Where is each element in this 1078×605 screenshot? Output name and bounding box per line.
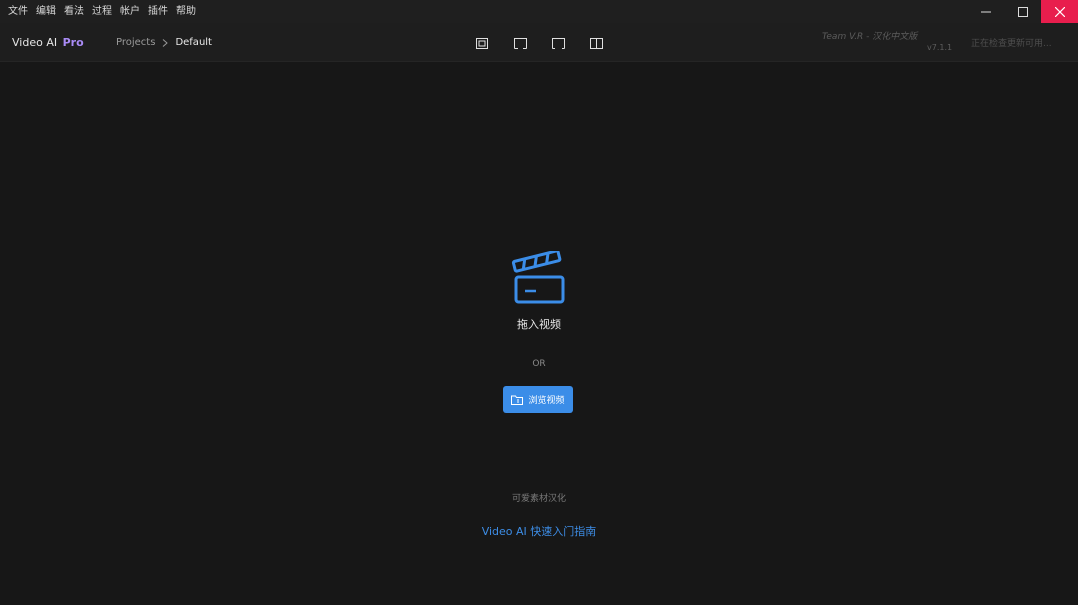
menu-view[interactable]: 看法: [62, 0, 90, 23]
menu-file[interactable]: 文件: [6, 0, 34, 23]
preview-view-icon: [513, 37, 527, 49]
localization-credit: 可爱素材汉化: [511, 494, 566, 504]
brand-name: Video AI: [12, 36, 58, 49]
menu-items: 文件 编辑 看法 过程 帐户 插件 帮助: [0, 0, 202, 23]
close-icon: [1054, 6, 1065, 17]
app-window: 文件 编辑 看法 过程 帐户 插件 帮助 Video AI Pro Projec…: [0, 0, 1078, 605]
team-credit: Team V.R - 汉化中文版: [822, 32, 918, 42]
browse-videos-label: 浏览视频: [528, 396, 565, 406]
preview-view-button[interactable]: [512, 36, 528, 50]
folder-icon: [511, 395, 524, 405]
drop-zone[interactable]: 拖入视频 OR 浏览视频 可爱素材汉化 Video AI 快速入门指南: [0, 63, 1078, 605]
browse-videos-button[interactable]: 浏览视频: [503, 386, 573, 413]
minimize-button[interactable]: [967, 0, 1004, 23]
compare-view-icon: [551, 37, 565, 49]
window-controls: [967, 0, 1078, 23]
quick-start-guide-link[interactable]: Video AI 快速入门指南: [0, 523, 1078, 539]
chevron-right-icon: [162, 38, 169, 47]
drop-video-label: 拖入视频: [517, 318, 561, 331]
menu-bar: 文件 编辑 看法 过程 帐户 插件 帮助: [0, 0, 1078, 23]
brand-badge: Pro: [62, 36, 84, 49]
app-brand: Video AI Pro: [12, 23, 84, 62]
close-button[interactable]: [1041, 0, 1078, 23]
split-view-button[interactable]: [588, 36, 604, 50]
version-label: v7.1.1: [927, 43, 953, 52]
minimize-icon: [980, 11, 991, 12]
breadcrumb-current: Default: [175, 37, 212, 48]
single-view-button[interactable]: [474, 36, 490, 50]
single-view-icon: [476, 37, 488, 49]
toolbar: Video AI Pro Projects Default Team V.R -…: [0, 23, 1078, 62]
menu-account[interactable]: 帐户: [118, 0, 146, 23]
compare-view-button[interactable]: [550, 36, 566, 50]
clapperboard-icon: [511, 251, 565, 304]
update-status: 正在检查更新可用...: [971, 39, 1052, 49]
menu-plugins[interactable]: 插件: [146, 0, 174, 23]
breadcrumb-projects[interactable]: Projects: [116, 23, 155, 62]
breadcrumb: Projects Default: [116, 23, 212, 62]
menu-help[interactable]: 帮助: [174, 0, 202, 23]
view-mode-switcher: [474, 36, 604, 50]
maximize-icon: [1017, 6, 1028, 17]
or-divider: OR: [532, 359, 546, 369]
split-view-icon: [589, 37, 603, 49]
menu-process[interactable]: 过程: [90, 0, 118, 23]
menu-edit[interactable]: 编辑: [34, 0, 62, 23]
maximize-button[interactable]: [1004, 0, 1041, 23]
